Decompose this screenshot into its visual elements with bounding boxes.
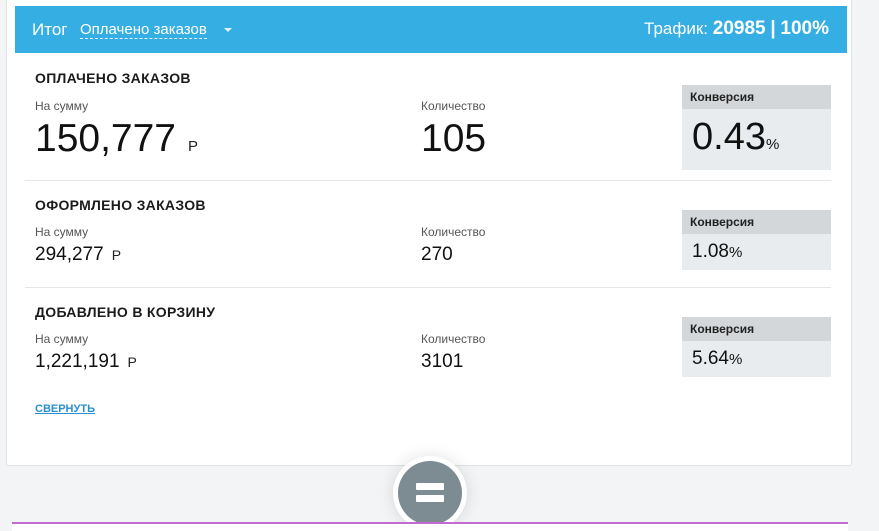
equals-bar-top [416,483,444,490]
traffic-label: Трафик: [644,19,709,38]
qty-label: Количество [421,332,486,346]
percent-unit: % [765,136,780,153]
qty-label: Количество [421,225,486,239]
section-title: ОПЛАЧЕНО ЗАКАЗОВ [35,70,191,86]
section-title: ОФОРМЛЕНО ЗАКАЗОВ [35,197,206,213]
sum-amount: 294,277 [35,244,104,265]
percent-unit: % [728,351,743,368]
summary-card: Итог Оплачено заказов Трафик: 20985 | 10… [6,0,852,466]
section-added-to-cart: ДОБАВЛЕНО В КОРЗИНУ На сумму 1,221,191 Р … [25,288,831,394]
qty-value: 270 [421,244,453,265]
traffic-value: 20985 [712,18,766,39]
sum-value: 294,277 Р [35,244,121,266]
section-placed-orders: ОФОРМЛЕНО ЗАКАЗОВ На сумму 294,277 Р Коли… [25,181,831,288]
conversion-label: Конверсия [682,85,831,109]
percent-unit: % [728,244,743,261]
qty-label: Количество [421,99,486,113]
conversion-box: Конверсия 1.08% [682,210,831,270]
traffic-separator: | [770,18,776,39]
conversion-value: 5.64% [682,341,831,378]
header-label: Итог [32,20,68,39]
conversion-number: 5.64 [692,348,729,369]
conversion-number: 1.08 [692,241,729,262]
sum-amount: 1,221,191 [35,351,120,372]
equals-bar-bottom [416,495,444,502]
sum-value: 1,221,191 Р [35,351,137,373]
equals-button[interactable] [393,456,467,530]
sum-label: На сумму [35,99,89,113]
summary-header: Итог Оплачено заказов Трафик: 20985 | 10… [15,6,847,53]
sum-label: На сумму [35,225,89,239]
chevron-down-icon[interactable] [224,28,232,32]
traffic-percent: 100% [780,18,829,39]
collapse-link[interactable]: СВЕРНУТЬ [35,403,95,415]
conversion-box: Конверсия 5.64% [682,317,831,377]
next-card-edge [12,522,848,531]
metric-dropdown[interactable]: Оплачено заказов [80,21,207,39]
conversion-value: 0.43% [682,109,831,173]
currency-sign: Р [111,247,122,263]
section-paid-orders: ОПЛАЧЕНО ЗАКАЗОВ На сумму 150,777 Р Колич… [25,54,831,181]
qty-value: 3101 [421,351,464,372]
conversion-label: Конверсия [682,317,831,341]
qty-value: 105 [421,117,487,160]
traffic-summary: Трафик: 20985 | 100% [644,18,829,40]
section-title: ДОБАВЛЕНО В КОРЗИНУ [35,304,216,320]
sum-amount: 150,777 [35,117,176,160]
sum-label: На сумму [35,332,89,346]
conversion-label: Конверсия [682,210,831,234]
sum-value: 150,777 Р [35,117,198,161]
currency-sign: Р [127,354,137,370]
conversion-value: 1.08% [682,234,831,271]
currency-sign: Р [187,138,198,155]
conversion-number: 0.43 [692,116,766,158]
equals-icon [398,461,462,525]
conversion-box: Конверсия 0.43% [682,85,831,170]
